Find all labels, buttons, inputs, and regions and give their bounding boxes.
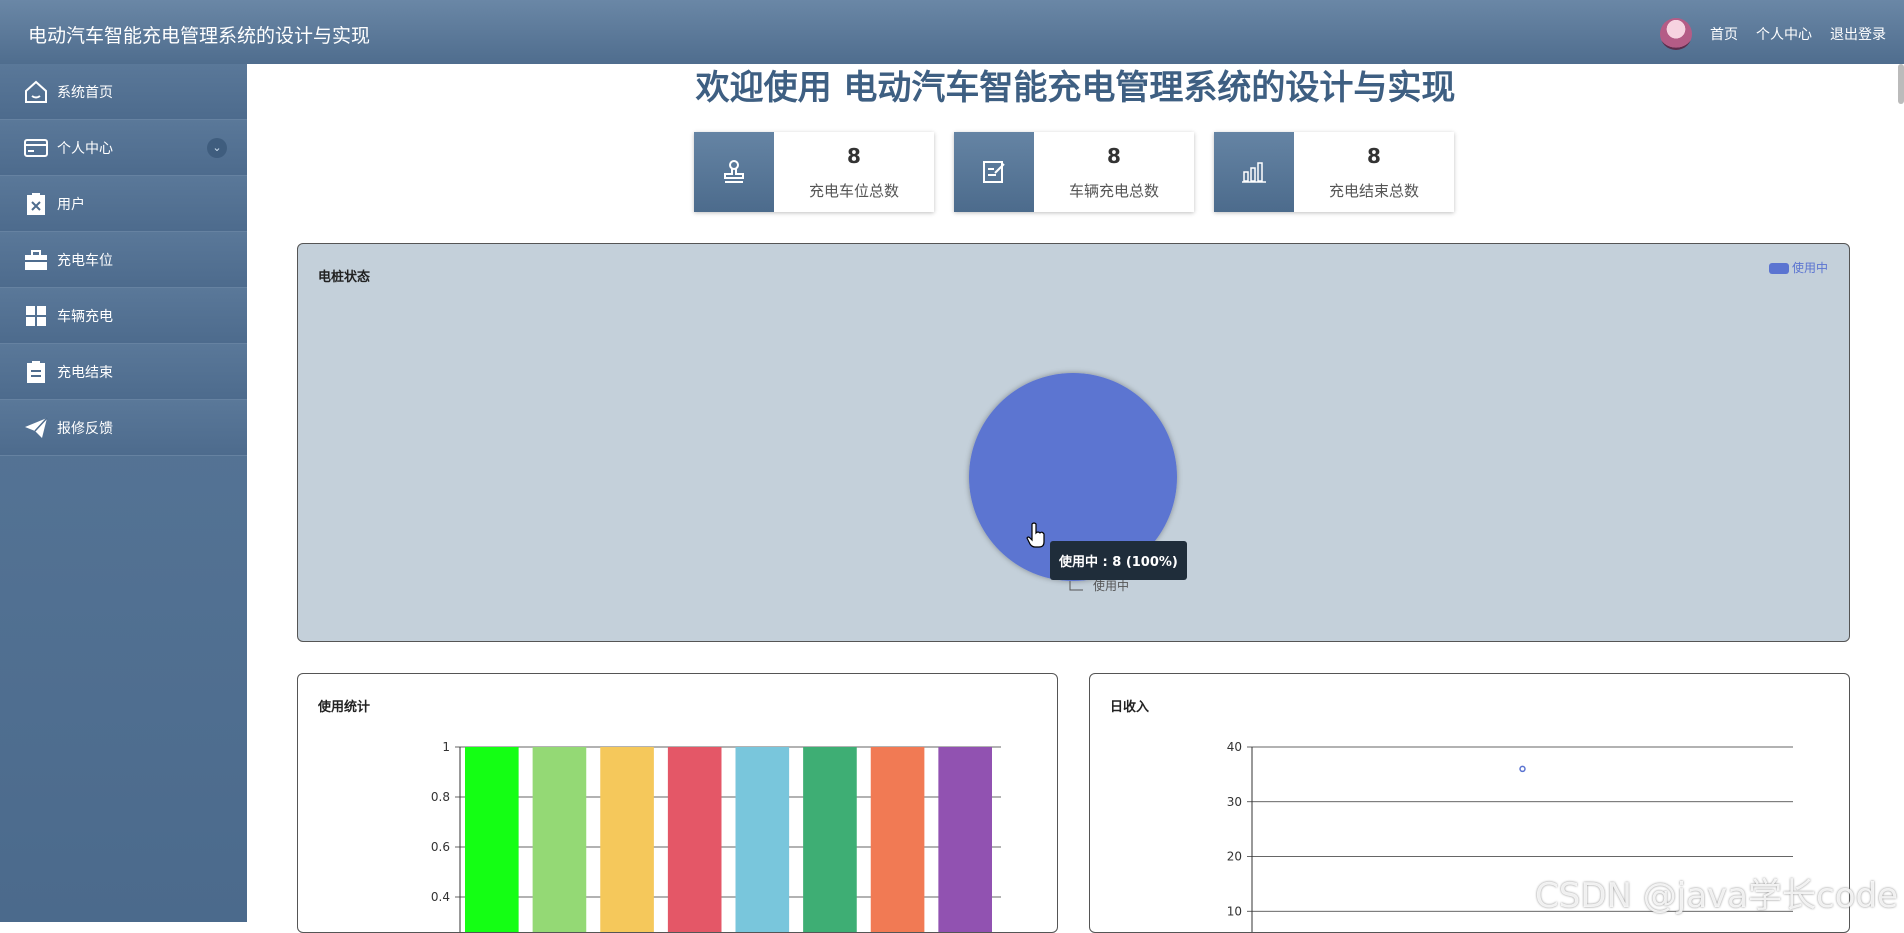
stat-label: 车辆充电总数 (1068, 182, 1159, 200)
y-tick-label: 0.4 (431, 890, 450, 904)
y-tick-label: 30 (1227, 795, 1242, 809)
y-tick-label: 0.6 (431, 840, 450, 854)
stat-label: 充电车位总数 (808, 182, 899, 200)
avatar[interactable] (1660, 18, 1692, 50)
bar[interactable] (600, 747, 654, 932)
stat-card-charging: 8 车辆充电总数 (954, 132, 1194, 212)
sidebar-item-label: 个人中心 (57, 140, 113, 157)
grid-icon (23, 303, 49, 329)
sidebar-item-label: 车辆充电 (57, 308, 113, 325)
slice-label-line (1069, 581, 1083, 591)
sidebar-item-parking[interactable]: 充电车位 (0, 232, 247, 288)
pie-chart: 使用中 使用中 (969, 260, 1828, 593)
sidebar-item-label: 报修反馈 (57, 420, 113, 437)
header-nav: 首页 个人中心 退出登录 (1660, 18, 1886, 50)
bar[interactable] (938, 747, 992, 932)
slice-label: 使用中 (1093, 578, 1129, 593)
home-icon (23, 79, 49, 105)
watermark: CSDN @java学长code (1535, 876, 1898, 916)
stat-card-parking: 8 充电车位总数 (694, 132, 934, 212)
y-tick-label: 20 (1227, 850, 1242, 864)
sidebar-item-charge-end[interactable]: 充电结束 (0, 344, 247, 400)
chart-tooltip: 使用中 : 8 (100%) (1050, 541, 1187, 580)
y-tick-label: 40 (1227, 740, 1242, 754)
sidebar-item-users[interactable]: 用户 (0, 176, 247, 232)
chevron-down-icon[interactable]: ⌄ (207, 137, 227, 158)
stat-label: 充电结束总数 (1328, 182, 1419, 200)
pie-chart-panel: 电桩状态 使用中 使用中 (297, 243, 1850, 642)
nav-home-link[interactable]: 首页 (1710, 24, 1738, 44)
app-title: 电动汽车智能充电管理系统的设计与实现 (28, 25, 371, 47)
bar-chart-icon (1214, 132, 1294, 212)
y-tick-label: 10 (1227, 904, 1242, 918)
bar[interactable] (803, 747, 857, 932)
stamp-icon (694, 132, 774, 212)
briefcase-icon (23, 247, 49, 273)
bar-chart: 1 0.8 0.6 0.4 (431, 740, 1001, 932)
sidebar-item-label: 充电车位 (57, 252, 113, 269)
sidebar-item-profile[interactable]: 个人中心 ⌄ (0, 120, 247, 176)
page-title: 欢迎使用 电动汽车智能充电管理系统的设计与实现 (695, 68, 1456, 108)
nav-profile-link[interactable]: 个人中心 (1756, 24, 1812, 44)
paper-plane-icon (23, 415, 49, 441)
bar[interactable] (667, 747, 722, 932)
document-icon (23, 359, 49, 385)
sidebar-item-label: 系统首页 (57, 84, 113, 101)
nav-logout-link[interactable]: 退出登录 (1830, 24, 1886, 44)
top-header: 电动汽车智能充电管理系统的设计与实现 首页 个人中心 退出登录 (0, 0, 1904, 64)
legend-label[interactable]: 使用中 (1792, 260, 1828, 275)
sidebar-item-home[interactable]: 系统首页 (0, 64, 247, 120)
card-icon (23, 135, 49, 161)
stat-value: 8 (1107, 144, 1121, 168)
y-tick-label: 0.8 (431, 790, 450, 804)
stat-card-charge-end: 8 充电结束总数 (1214, 132, 1454, 212)
sidebar-item-charging[interactable]: 车辆充电 (0, 288, 247, 344)
bar[interactable] (465, 747, 519, 932)
bar[interactable] (870, 747, 925, 932)
bar[interactable] (532, 747, 587, 932)
sidebar-item-label: 充电结束 (57, 364, 113, 381)
clipboard-x-icon (23, 191, 49, 217)
edit-note-icon (954, 132, 1034, 212)
y-tick-label: 1 (442, 740, 450, 754)
legend-swatch[interactable] (1769, 263, 1789, 274)
sidebar-item-repair[interactable]: 报修反馈 (0, 400, 247, 456)
bar-chart-panel: 使用统计 1 0.8 0.6 0.4 (297, 673, 1058, 933)
sidebar: 系统首页 个人中心 ⌄ 用户 充电车位 车辆充电 充电结束 报修反馈 (0, 64, 247, 922)
bar[interactable] (735, 747, 790, 932)
hand-cursor-icon (1026, 522, 1045, 548)
stat-value: 8 (1367, 144, 1381, 168)
data-point[interactable] (1519, 765, 1526, 773)
stat-value: 8 (847, 144, 861, 168)
sidebar-item-label: 用户 (57, 196, 85, 213)
